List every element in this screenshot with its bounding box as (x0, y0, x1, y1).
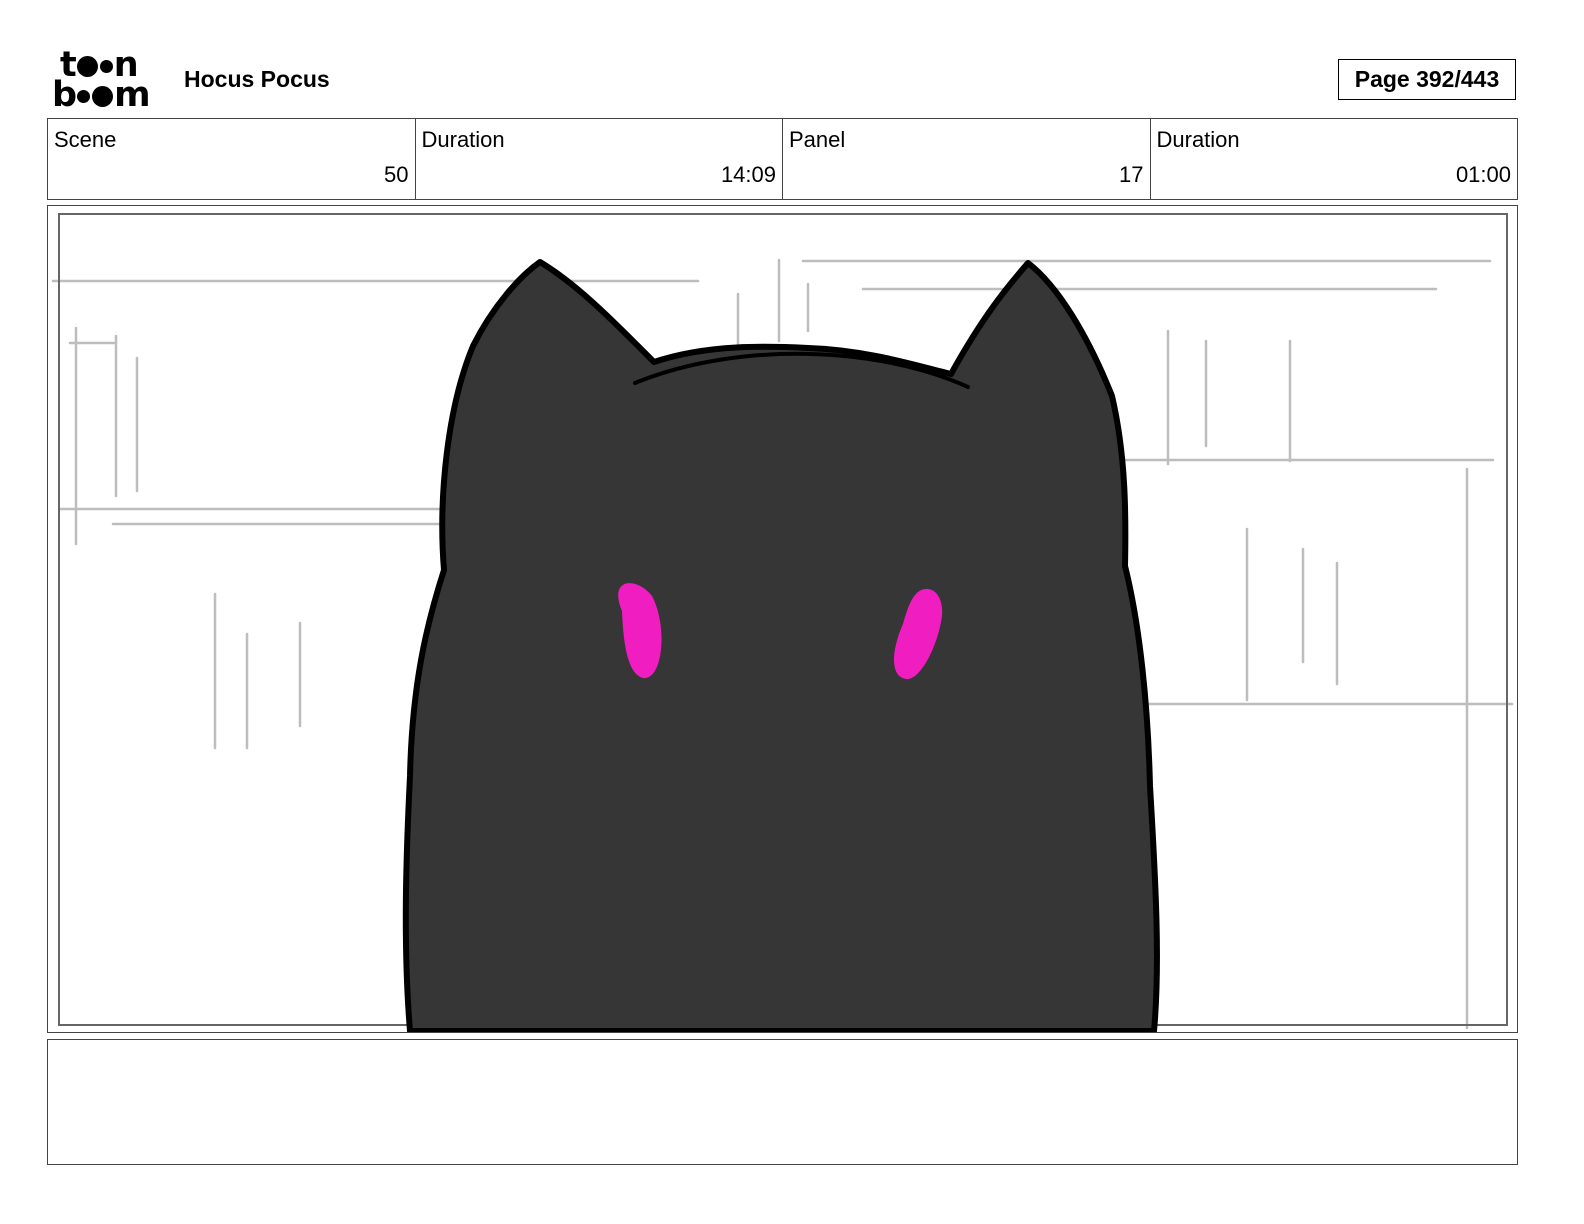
scene-value: 50 (384, 162, 409, 187)
panel-notes-box (47, 1039, 1518, 1165)
cat-silhouette (402, 259, 1160, 1032)
storyboard-panel (47, 205, 1518, 1033)
scene-duration-cell: Duration 14:09 (416, 119, 783, 199)
page-indicator: Page 392/443 (1338, 59, 1516, 100)
panel-drawing (51, 213, 1514, 1032)
panel-duration-cell: Duration 01:00 (1151, 119, 1518, 199)
scene-duration-value: 14:09 (720, 162, 776, 187)
scene-cell: Scene 50 (48, 119, 416, 199)
scene-label: Scene (54, 127, 117, 152)
panel-info-row: Scene 50 Duration 14:09 Panel 17 Duratio… (47, 118, 1518, 200)
cat-body (402, 259, 1160, 1032)
project-title: Hocus Pocus (184, 66, 330, 92)
panel-value: 17 (1119, 162, 1144, 187)
panel-duration-value: 01:00 (1455, 162, 1511, 187)
panel-duration-label: Duration (1156, 127, 1240, 152)
scene-duration-label: Duration (421, 127, 505, 152)
logo-bottom-line: bm (52, 75, 151, 115)
panel-label: Panel (789, 127, 846, 152)
toon-boom-logo: tn bm (52, 48, 164, 115)
panel-cell: Panel 17 (783, 119, 1151, 199)
